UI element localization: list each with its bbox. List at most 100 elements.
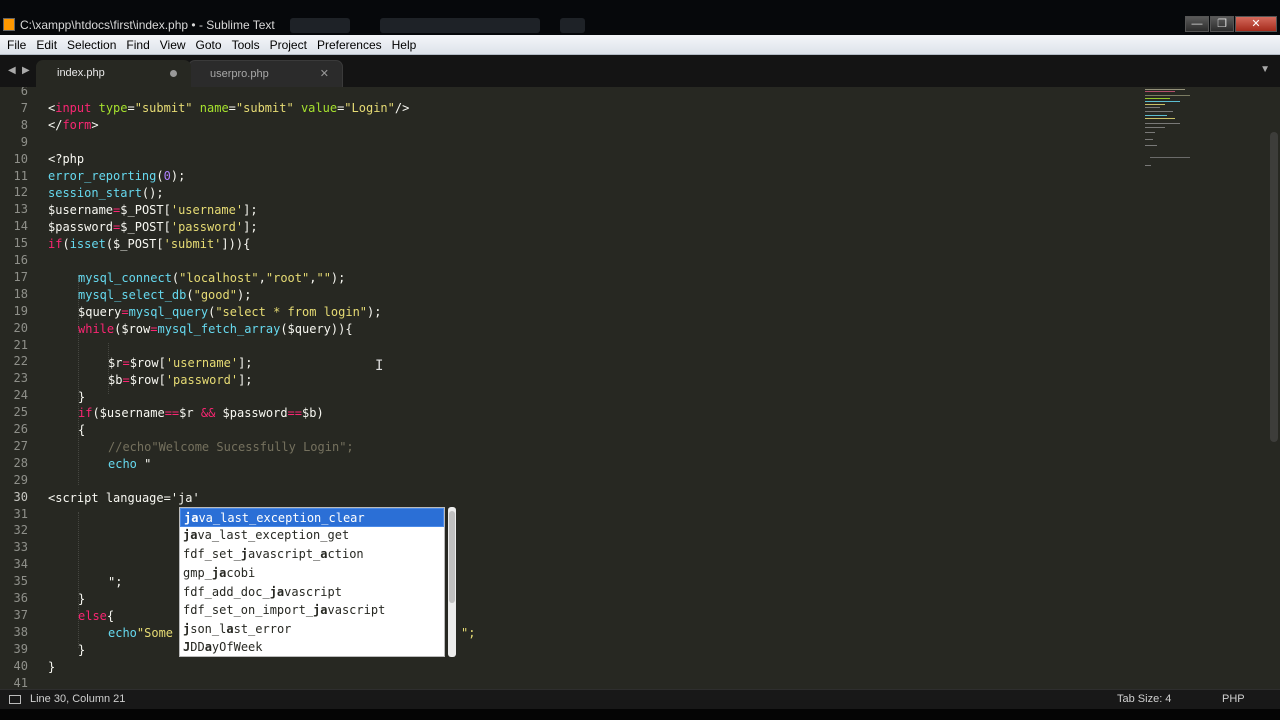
- vertical-scrollbar[interactable]: [1270, 132, 1278, 442]
- line-number: 20: [13, 320, 28, 335]
- panel-toggle-icon[interactable]: [9, 695, 21, 704]
- tab-userpro[interactable]: userpro.php ✕: [188, 60, 343, 87]
- autocomplete-item[interactable]: fdf_set_javascript_action: [180, 545, 444, 564]
- line-number: 36: [13, 591, 28, 605]
- line-number: 6: [20, 87, 28, 98]
- cursor-position: Line 30, Column 21: [30, 693, 126, 705]
- background-window-blur: [290, 18, 350, 33]
- menu-selection[interactable]: Selection: [62, 38, 121, 52]
- code-line-26: {: [78, 423, 86, 437]
- line-number: 32: [13, 523, 28, 538]
- line-number: 8: [20, 117, 28, 132]
- line-number: 39: [13, 641, 28, 656]
- line-number: 28: [13, 455, 28, 470]
- line-number: 7: [20, 100, 28, 115]
- line-number: 13: [13, 202, 28, 217]
- autocomplete-scroll-thumb[interactable]: [449, 511, 455, 603]
- code-line-23: $b=$row['password'];: [108, 373, 253, 387]
- line-number: 23: [13, 371, 28, 386]
- menu-help[interactable]: Help: [387, 38, 422, 52]
- line-number: 31: [13, 506, 28, 521]
- autocomplete-item[interactable]: java_last_exception_get: [180, 526, 444, 545]
- code-line-17: mysql_connect("localhost","root","");: [78, 271, 346, 285]
- background-window-blur: [560, 18, 585, 33]
- tab-size[interactable]: Tab Size: 4: [1117, 693, 1171, 705]
- line-number: 9: [20, 134, 28, 149]
- line-number: 30: [13, 489, 28, 504]
- modified-dot-icon[interactable]: [170, 70, 177, 77]
- code-line-13: $username=$_POST['username'];: [48, 203, 258, 217]
- code-line-36: }: [78, 592, 86, 606]
- app-icon: [3, 18, 15, 31]
- code-line-38: echo"Some: [108, 626, 174, 640]
- code-line-20: while($row=mysql_fetch_array($query)){: [78, 322, 353, 336]
- autocomplete-item[interactable]: json_last_error: [180, 620, 444, 639]
- indent-guide: [78, 512, 79, 648]
- code-line-30: <script language='ja': [48, 491, 200, 505]
- code-line-24: }: [78, 390, 86, 404]
- autocomplete-item[interactable]: gmp_jacobi: [180, 564, 444, 583]
- code-line-39: }: [78, 643, 86, 657]
- menu-edit[interactable]: Edit: [31, 38, 62, 52]
- line-number: 10: [13, 151, 28, 166]
- line-number: 19: [13, 303, 28, 318]
- line-number: 37: [13, 607, 28, 622]
- menu-project[interactable]: Project: [265, 38, 312, 52]
- autocomplete-item[interactable]: fdf_add_doc_javascript: [180, 583, 444, 602]
- code-line-7: <input type="submit" name="submit" value…: [48, 101, 410, 115]
- close-button[interactable]: ✕: [1235, 16, 1277, 32]
- line-number: 12: [13, 185, 28, 200]
- text-cursor-icon: I: [375, 358, 384, 374]
- menu-find[interactable]: Find: [121, 38, 154, 52]
- code-line-15: if(isset($_POST['submit'])){: [48, 237, 251, 251]
- code-line-12: session_start();: [48, 186, 164, 200]
- line-number: 24: [13, 388, 28, 403]
- window-controls: — ❐ ✕: [1184, 16, 1277, 32]
- menu-view[interactable]: View: [155, 38, 191, 52]
- syntax-mode[interactable]: PHP: [1222, 693, 1245, 705]
- back-arrow-icon[interactable]: ◀: [8, 65, 16, 76]
- line-number: 25: [13, 405, 28, 420]
- line-number: 35: [13, 574, 28, 589]
- line-number: 41: [13, 675, 28, 690]
- autocomplete-scrollbar[interactable]: [448, 507, 456, 657]
- code-line-19: $query=mysql_query("select * from login"…: [78, 305, 382, 319]
- line-number: 15: [13, 236, 28, 251]
- line-number: 34: [13, 557, 28, 572]
- code-line-22: $r=$row['username'];: [108, 356, 253, 370]
- autocomplete-popup[interactable]: java_last_exception_clear java_last_exce…: [179, 507, 445, 657]
- code-line-28: echo ": [108, 457, 152, 471]
- tab-index[interactable]: index.php: [36, 60, 191, 87]
- title-bar: C:\xampp\htdocs\first\index.php • - Subl…: [0, 0, 1280, 35]
- tab-bar: ◀ ▶ userpro.php ✕ index.php ▼: [0, 55, 1280, 87]
- line-number: 21: [13, 337, 28, 352]
- menu-tools[interactable]: Tools: [227, 38, 265, 52]
- window-title: C:\xampp\htdocs\first\index.php • - Subl…: [20, 18, 275, 32]
- menu-bar: File Edit Selection Find View Goto Tools…: [0, 35, 1280, 55]
- autocomplete-item[interactable]: fdf_set_on_import_javascript: [180, 601, 444, 620]
- forward-arrow-icon[interactable]: ▶: [22, 65, 30, 76]
- line-number: 22: [13, 354, 28, 369]
- line-number: 33: [13, 540, 28, 555]
- code-line-8: </form>: [48, 118, 99, 132]
- minimap[interactable]: [1140, 87, 1260, 177]
- code-line-14: $password=$_POST['password'];: [48, 220, 258, 234]
- line-number: 26: [13, 422, 28, 436]
- line-number: 38: [13, 624, 28, 639]
- maximize-button[interactable]: ❐: [1210, 16, 1234, 32]
- code-line-25: if($username==$r && $password==$b): [78, 406, 324, 420]
- tab-close-icon[interactable]: ✕: [320, 67, 329, 80]
- line-number: 16: [13, 253, 28, 267]
- menu-goto[interactable]: Goto: [191, 38, 227, 52]
- autocomplete-item[interactable]: JDDayOfWeek: [180, 638, 444, 657]
- menu-file[interactable]: File: [2, 38, 31, 52]
- status-bar: Line 30, Column 21 Tab Size: 4 PHP: [0, 689, 1280, 709]
- screen-border: [0, 709, 1280, 720]
- code-line-38-tail: ";: [461, 626, 476, 640]
- background-window-blur: [380, 18, 540, 33]
- code-line-10: <?php: [48, 152, 85, 166]
- minimize-button[interactable]: —: [1185, 16, 1209, 32]
- tab-dropdown-icon[interactable]: ▼: [1260, 64, 1270, 75]
- autocomplete-item[interactable]: java_last_exception_clear: [180, 508, 444, 527]
- menu-preferences[interactable]: Preferences: [312, 38, 387, 52]
